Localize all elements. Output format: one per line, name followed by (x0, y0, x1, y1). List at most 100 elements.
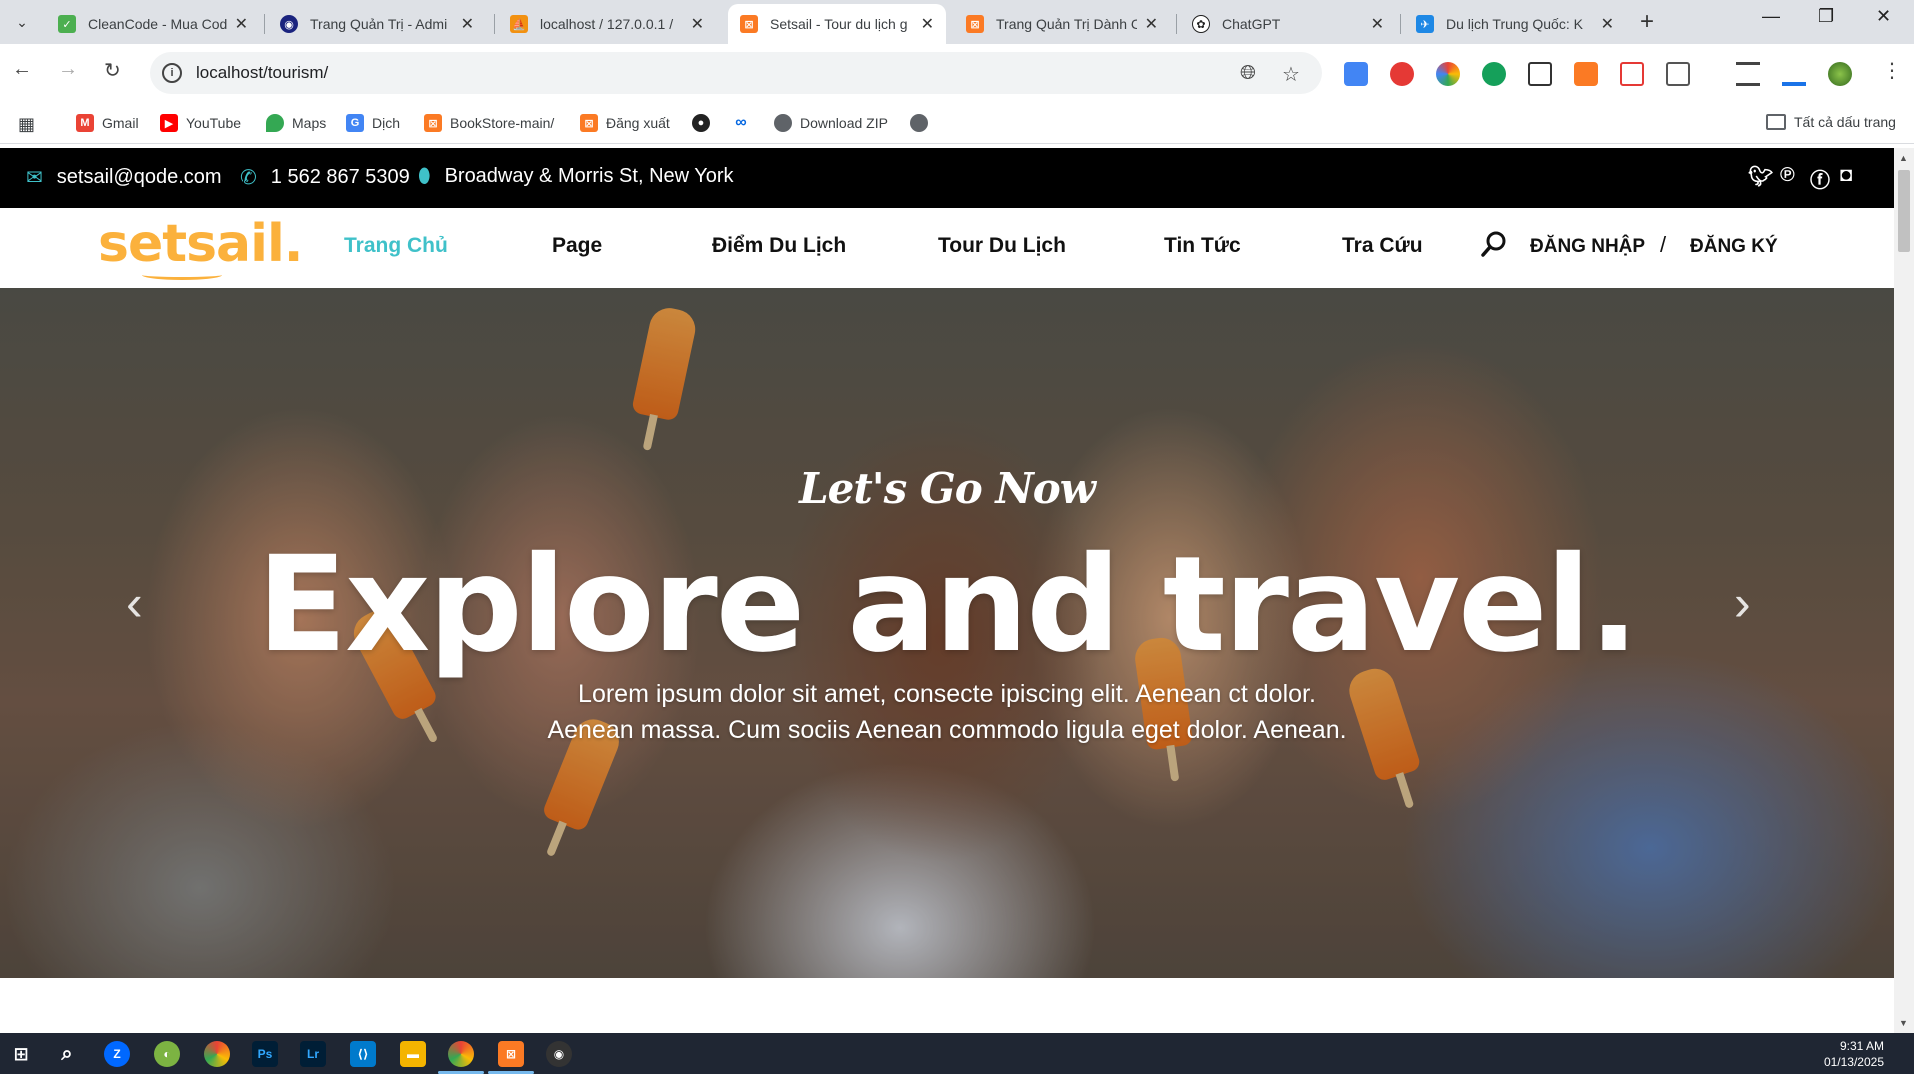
forward-button[interactable]: → (58, 58, 78, 81)
extensions-puzzle-icon[interactable] (1666, 62, 1690, 86)
all-bookmarks-folder[interactable]: Tất cả dấu trang (1766, 114, 1896, 130)
close-icon[interactable]: ✕ (691, 14, 704, 34)
contact-phone[interactable]: ✆ 1 562 867 5309 (240, 165, 410, 190)
bookmark-maps[interactable]: Maps (266, 114, 326, 132)
nav-destinations[interactable]: Điểm Du Lịch (712, 234, 846, 258)
vscode-icon[interactable]: ⟨⟩ (350, 1041, 376, 1067)
apps-grid-icon[interactable]: ▦ (18, 114, 35, 135)
envelope-icon: ✉ (26, 167, 43, 189)
browser-tab-cleancode[interactable]: ✓ CleanCode - Mua Cod ✕ (46, 4, 260, 44)
instagram-icon[interactable]: ◘ (1840, 164, 1852, 187)
tab-search-button[interactable]: ⌄ (8, 8, 36, 36)
browser-tab-travel[interactable]: ✈ Du lịch Trung Quốc: K ✕ (1404, 4, 1626, 44)
bookmark-meta[interactable]: ∞ (732, 114, 758, 132)
close-window-button[interactable]: ✕ (1876, 6, 1891, 27)
web-page: ✉ setsail@qode.com ✆ 1 562 867 5309 ⬮ Br… (0, 148, 1894, 1033)
xampp-extension-icon[interactable] (1574, 62, 1598, 86)
zalo-icon[interactable]: Z (104, 1041, 130, 1067)
windows-start-icon[interactable]: ⊞ (8, 1041, 34, 1067)
download-icon[interactable] (1782, 62, 1806, 86)
browser-tab-setsail[interactable]: ⊠ Setsail - Tour du lịch g ✕ (728, 4, 946, 44)
back-button[interactable]: ← (12, 58, 32, 81)
pinterest-icon[interactable]: ℗ (1780, 164, 1795, 187)
close-icon[interactable]: ✕ (1601, 14, 1614, 34)
site-logo[interactable]: setsail. (98, 214, 304, 274)
phpmyadmin-favicon-icon: ⛵ (510, 15, 528, 33)
chrome-icon[interactable] (204, 1041, 230, 1067)
close-icon[interactable]: ✕ (461, 14, 474, 34)
nav-news[interactable]: Tin Tức (1164, 234, 1241, 258)
bookmark-logout[interactable]: ⊠ Đăng xuất (580, 114, 670, 132)
bookmark-globe[interactable] (910, 114, 936, 132)
contact-email[interactable]: ✉ setsail@qode.com (26, 165, 222, 190)
search-icon[interactable] (1480, 230, 1508, 258)
scroll-down-icon[interactable]: ▼ (1899, 1018, 1908, 1028)
chrome-active-icon[interactable] (448, 1041, 474, 1067)
facebook-icon[interactable]: ⓕ (1810, 164, 1830, 193)
tab-title: Setsail - Tour du lịch g (770, 16, 908, 32)
contact-address[interactable]: ⬮ Broadway & Morris St, New York (418, 165, 734, 188)
url-text[interactable]: localhost/tourism/ (196, 63, 328, 83)
restore-button[interactable]: ❐ (1818, 6, 1834, 27)
bookmark-star-icon[interactable]: ☆ (1282, 62, 1300, 87)
media-control-icon[interactable] (1736, 62, 1760, 86)
profile-avatar[interactable] (1828, 62, 1852, 86)
close-icon[interactable]: ✕ (921, 14, 934, 34)
obs-icon[interactable]: ◉ (546, 1041, 572, 1067)
windows-taskbar: ⊞ ⌕ Z ◐ Ps Lr ⟨⟩ ▬ ⊠ ◉ 9:31 AM 01/13/202… (0, 1033, 1914, 1074)
close-icon[interactable]: ✕ (1371, 14, 1384, 34)
grammarly-extension-icon[interactable] (1482, 62, 1506, 86)
nav-tours[interactable]: Tour Du Lịch (938, 234, 1066, 258)
bookmark-youtube[interactable]: ▶ YouTube (160, 114, 241, 132)
browser-tab-admin[interactable]: ◉ Trang Quản Trị - Admi ✕ (268, 4, 486, 44)
maps-icon (266, 114, 284, 132)
address-bar[interactable]: i localhost/tourism/ 🌐︎ ☆ (150, 52, 1322, 94)
site-info-icon[interactable]: i (162, 63, 182, 83)
clock-date: 01/13/2025 (1823, 1055, 1884, 1069)
slider-prev-arrow-icon[interactable]: ‹ (126, 574, 143, 632)
app-icon[interactable]: ◐ (154, 1041, 180, 1067)
lightroom-icon[interactable]: Lr (300, 1041, 326, 1067)
scrollbar-thumb[interactable] (1898, 170, 1910, 252)
search-icon[interactable]: ⌕ (54, 1041, 80, 1067)
twitter-icon[interactable]: 🐦︎ (1748, 164, 1773, 189)
google-translate-extension-icon[interactable] (1344, 62, 1368, 86)
new-tab-button[interactable]: + (1640, 8, 1654, 36)
scroll-up-icon[interactable]: ▲ (1899, 153, 1908, 163)
youtube-icon: ▶ (160, 114, 178, 132)
photoshop-icon[interactable]: Ps (252, 1041, 278, 1067)
nav-home[interactable]: Trang Chủ (344, 234, 448, 258)
close-icon[interactable]: ✕ (1145, 14, 1158, 34)
menu-kebab-icon[interactable]: ⋮ (1882, 58, 1902, 83)
bookmark-label: Đăng xuất (606, 115, 670, 131)
main-navigation: setsail. Trang Chủ Page Điểm Du Lịch Tou… (0, 208, 1894, 288)
bookmark-translate[interactable]: G Dịch (346, 114, 400, 132)
browser-tab-phpmyadmin[interactable]: ⛵ localhost / 127.0.0.1 / ✕ (498, 4, 716, 44)
translate-icon[interactable]: 🌐︎ (1240, 62, 1256, 85)
file-explorer-icon[interactable]: ▬ (400, 1041, 426, 1067)
shield-extension-icon[interactable] (1620, 62, 1644, 86)
xampp-icon: ⊠ (580, 114, 598, 132)
slider-next-arrow-icon[interactable]: › (1734, 574, 1751, 632)
color-picker-extension-icon[interactable] (1436, 62, 1460, 86)
close-icon[interactable]: ✕ (235, 14, 248, 34)
image-extension-icon[interactable] (1528, 62, 1552, 86)
bookmark-bookstore[interactable]: ⊠ BookStore-main/ (424, 114, 554, 132)
browser-tab-chatgpt[interactable]: ✿ ChatGPT ✕ (1180, 4, 1396, 44)
browser-tab-admin-2[interactable]: ⊠ Trang Quản Trị Dành C ✕ (954, 4, 1170, 44)
globe-icon (910, 114, 928, 132)
bookmark-download-zip[interactable]: Download ZIP (774, 114, 888, 132)
bookmark-github[interactable]: ● (692, 114, 718, 132)
minimize-button[interactable]: — (1762, 6, 1780, 27)
bookmark-gmail[interactable]: M Gmail (76, 114, 139, 132)
login-link[interactable]: ĐĂNG NHẬP (1530, 236, 1645, 258)
nav-lookup[interactable]: Tra Cứu (1342, 234, 1423, 258)
register-link[interactable]: ĐĂNG KÝ (1690, 236, 1778, 258)
meta-icon: ∞ (735, 114, 747, 131)
page-scrollbar[interactable]: ▲ ▼ (1894, 148, 1914, 1033)
xampp-icon[interactable]: ⊠ (498, 1041, 524, 1067)
nav-page[interactable]: Page (552, 234, 602, 258)
adblock-extension-icon[interactable] (1390, 62, 1414, 86)
reload-button[interactable]: ↻ (104, 58, 121, 83)
system-clock[interactable]: 9:31 AM 01/13/2025 (1824, 1038, 1884, 1070)
